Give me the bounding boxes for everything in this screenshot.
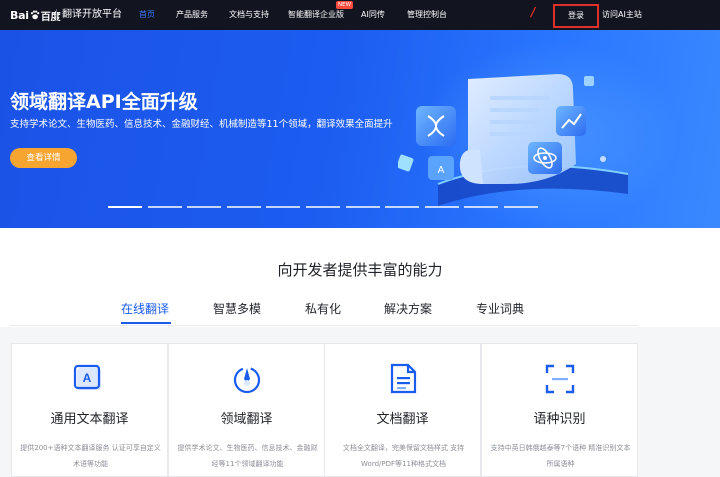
carousel-dot[interactable] xyxy=(108,206,142,208)
carousel-dot[interactable] xyxy=(226,206,261,208)
section-title: 向开发者提供丰富的能力 xyxy=(277,261,443,279)
card-description: 文档全文翻译，完美保留文档样式 支持Word/PDF等11种格式文档 xyxy=(342,444,465,468)
svg-text:A: A xyxy=(83,371,92,385)
nav-ai-interpreting[interactable]: AI同传 xyxy=(361,9,385,21)
logo-text-baidu: 百度 xyxy=(40,11,61,23)
card-document-translation[interactable]: 文档翻译 文档全文翻译，完美保留文档样式 支持Word/PDF等11种格式文档 xyxy=(324,343,481,477)
banner-illustration: A xyxy=(398,74,629,206)
domain-translate-icon xyxy=(233,366,261,394)
login-button[interactable]: 登录 xyxy=(553,4,599,28)
carousel-indicators xyxy=(108,206,544,208)
language-detect-icon xyxy=(545,364,575,394)
hero-banner: 领域翻译API全面升级 支持学术论文、生物医药、信息技术、金融财经、机械制造等1… xyxy=(0,30,720,228)
carousel-dot[interactable] xyxy=(503,206,538,208)
card-title: 文档翻译 xyxy=(376,412,429,427)
nav-docs[interactable]: 文档与支持 xyxy=(229,9,269,21)
tab-multimodal[interactable]: 智慧多模 xyxy=(213,300,261,318)
carousel-dot[interactable] xyxy=(305,206,340,208)
visit-ai-link[interactable]: 访问AI主站 xyxy=(602,9,642,21)
text-translate-icon: A xyxy=(73,364,101,390)
document-translate-icon xyxy=(390,363,417,394)
nav-enterprise[interactable]: 智能翻译企业版 xyxy=(288,9,344,21)
card-language-detection[interactable]: 语种识别 支持中英日韩俄越泰等7个语种 精准识别文本所属语种 xyxy=(481,343,638,477)
svg-text:A: A xyxy=(438,165,445,176)
nav-products[interactable]: 产品服务 xyxy=(176,9,208,21)
carousel-dot[interactable] xyxy=(147,206,182,208)
carousel-dot[interactable] xyxy=(266,206,301,208)
tab-online-translation[interactable]: 在线翻译 xyxy=(121,300,169,318)
card-title: 语种识别 xyxy=(533,412,586,427)
nav-console[interactable]: 管理控制台 xyxy=(407,9,447,21)
site-name[interactable]: 翻译开放平台 xyxy=(62,8,122,22)
carousel-dot[interactable] xyxy=(424,206,459,208)
baidu-logo[interactable]: Bai 百度 xyxy=(10,7,61,23)
card-title: 通用文本翻译 xyxy=(50,412,129,427)
banner-title: 领域翻译API全面升级 xyxy=(10,91,198,113)
card-title: 领域翻译 xyxy=(220,412,273,427)
logo-text-bai: Bai xyxy=(10,8,29,22)
logo-divider xyxy=(56,9,57,21)
active-tab-indicator xyxy=(121,322,171,324)
top-navigation: Bai 百度 翻译开放平台 首页 产品服务 文档与支持 智能翻译企业版 NEW … xyxy=(0,0,720,30)
card-text-translation[interactable]: A 通用文本翻译 提供200+语种文本翻译服务 认证可享自定义术语等功能 xyxy=(11,343,168,477)
tabs-divider xyxy=(10,325,638,326)
new-badge: NEW xyxy=(336,1,354,9)
tab-private-deployment[interactable]: 私有化 xyxy=(305,300,341,318)
tab-dictionary[interactable]: 专业词典 xyxy=(476,300,524,318)
carousel-dot[interactable] xyxy=(385,206,420,208)
view-details-button[interactable]: 查看详情 xyxy=(10,148,77,168)
nav-home[interactable]: 首页 xyxy=(139,9,155,21)
carousel-dot[interactable] xyxy=(345,206,380,208)
card-description: 提供学术论文、生物医药、信息技术、金融财经等11个领域翻译功能 xyxy=(177,444,318,468)
card-description: 支持中英日韩俄越泰等7个语种 精准识别文本所属语种 xyxy=(490,444,631,468)
annotation-mark: / xyxy=(531,5,536,19)
card-domain-translation[interactable]: 领域翻译 提供学术论文、生物医药、信息技术、金融财经等11个领域翻译功能 xyxy=(168,343,325,477)
card-description: 提供200+语种文本翻译服务 认证可享自定义术语等功能 xyxy=(20,444,161,468)
banner-subtitle: 支持学术论文、生物医药、信息技术、金融财经、机械制造等11个领域，翻译效果全面提… xyxy=(10,119,393,130)
tab-solutions[interactable]: 解决方案 xyxy=(384,300,432,318)
paw-icon xyxy=(30,10,39,20)
carousel-dot[interactable] xyxy=(464,206,499,208)
carousel-dot[interactable] xyxy=(187,206,222,208)
capability-tabs: 在线翻译 智慧多模 私有化 解决方案 专业词典 xyxy=(0,298,720,326)
